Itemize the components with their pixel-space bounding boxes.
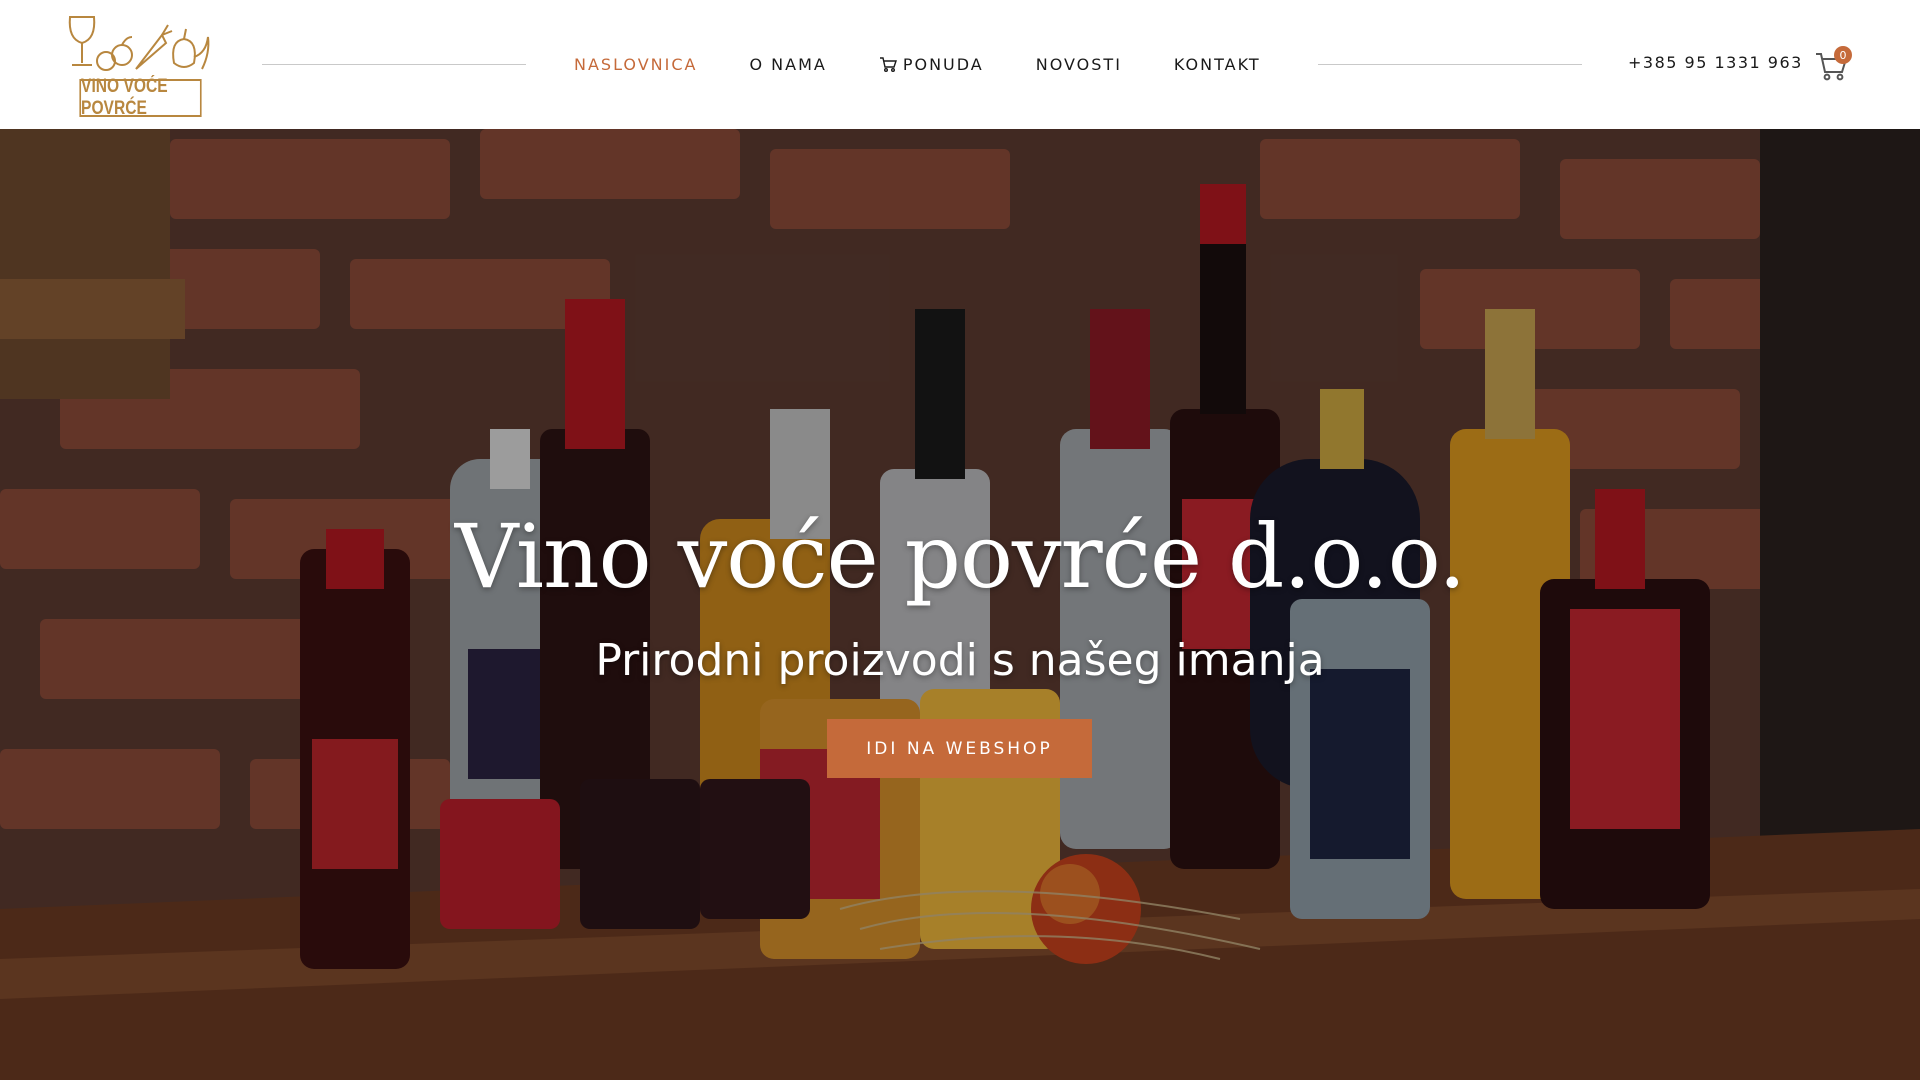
- webshop-button[interactable]: IDI NA WEBSHOP: [827, 719, 1092, 778]
- site-header: VINO VOĆE POVRĆE NASLOVNICA O NAMA PONUD…: [0, 0, 1920, 129]
- main-navigation: NASLOVNICA O NAMA PONUDA NOVOSTI KONTAKT: [574, 52, 1261, 76]
- wine-fruit-vegetable-icon: [68, 16, 210, 71]
- nav-item-ponuda[interactable]: PONUDA: [879, 55, 984, 74]
- nav-item-ponuda-label: PONUDA: [902, 54, 984, 74]
- hero-title: Vino voće povrće d.o.o.: [454, 505, 1466, 608]
- phone-number[interactable]: +385 95 1331 963: [1628, 53, 1803, 72]
- site-logo[interactable]: VINO VOĆE POVRĆE: [66, 13, 215, 119]
- hero-section: Vino voće povrće d.o.o. Prirodni proizvo…: [0, 129, 1920, 1080]
- header-divider-right: [1318, 64, 1582, 65]
- nav-item-naslovnica[interactable]: NASLOVNICA: [574, 55, 697, 74]
- nav-item-kontakt[interactable]: KONTAKT: [1174, 55, 1261, 74]
- hero-subtitle: Prirodni proizvodi s našeg imanja: [595, 635, 1325, 686]
- header-divider-left: [262, 64, 526, 65]
- nav-item-o-nama[interactable]: O NAMA: [749, 55, 826, 74]
- logo-text: VINO VOĆE POVRĆE: [79, 76, 202, 119]
- cart-count-badge: 0: [1834, 46, 1852, 64]
- cart-icon: [879, 56, 897, 72]
- nav-item-novosti[interactable]: NOVOSTI: [1036, 55, 1122, 74]
